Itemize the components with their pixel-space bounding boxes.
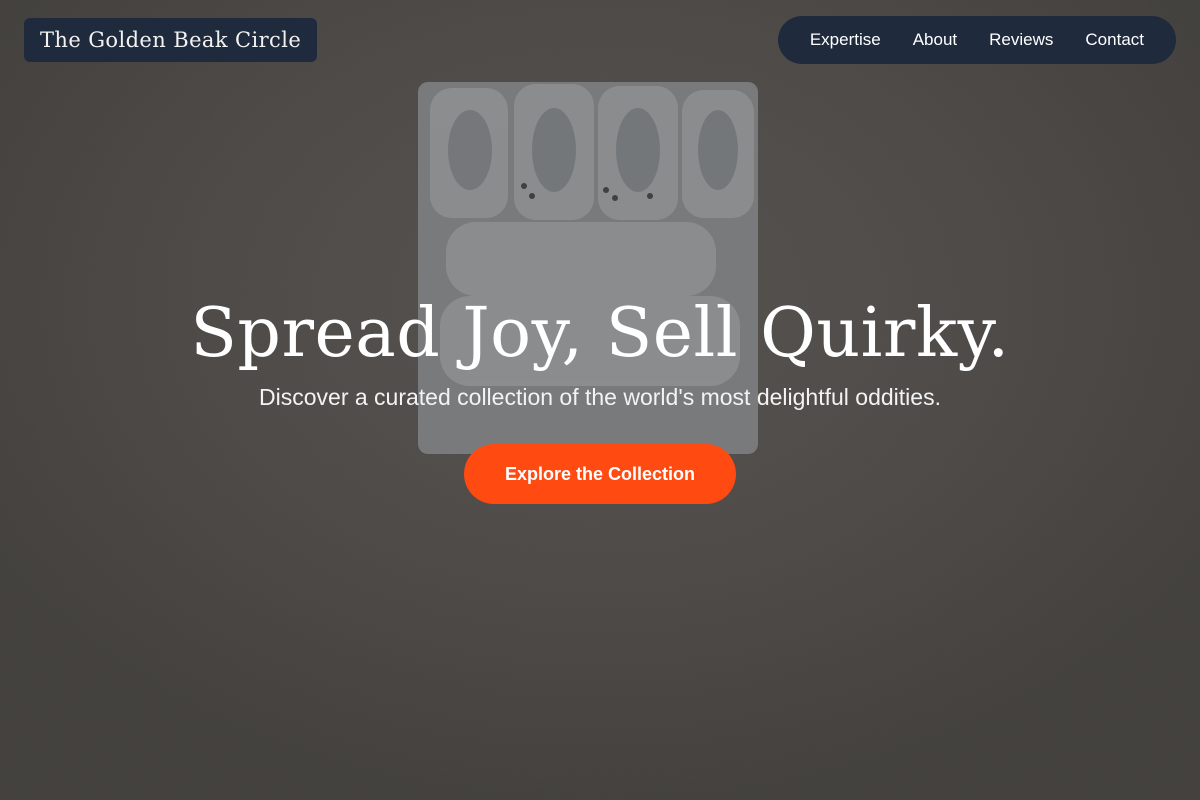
nav-link-reviews[interactable]: Reviews (989, 30, 1053, 50)
nav-link-contact[interactable]: Contact (1085, 30, 1144, 50)
site-logo[interactable]: The Golden Beak Circle (24, 18, 318, 62)
site-title: The Golden Beak Circle (40, 28, 302, 52)
hero-title: Spread Joy, Sell Quirky. (190, 294, 1010, 373)
explore-collection-button[interactable]: Explore the Collection (464, 444, 736, 504)
hero-subtitle: Discover a curated collection of the wor… (259, 384, 941, 410)
nav-link-expertise[interactable]: Expertise (810, 30, 881, 50)
main-nav: Expertise About Reviews Contact (777, 16, 1176, 64)
hero-section: Spread Joy, Sell Quirky. Discover a cura… (0, 292, 1200, 504)
nav-link-about[interactable]: About (913, 30, 957, 50)
